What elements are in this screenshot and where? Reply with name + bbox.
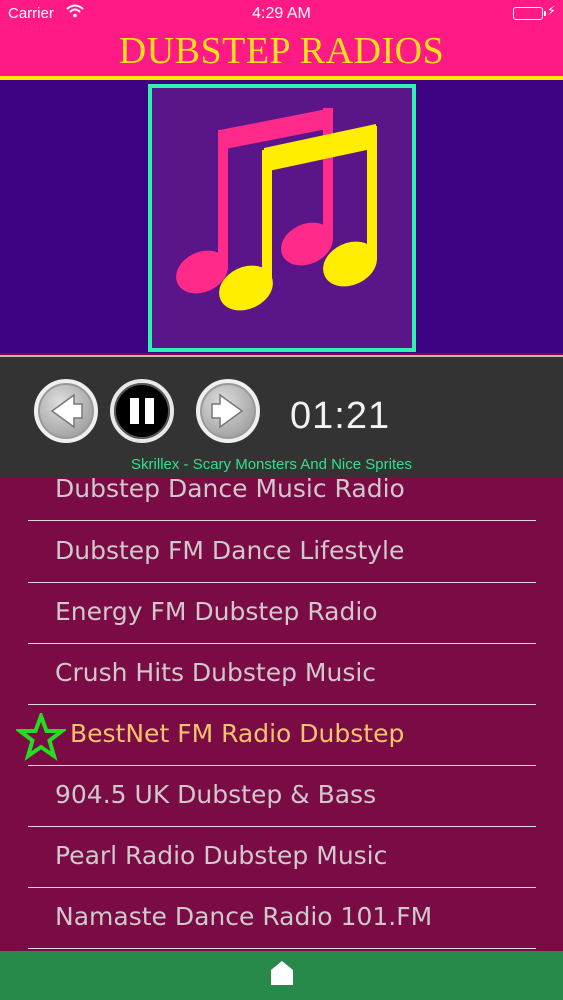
station-name: 904.5 UK Dubstep & Bass: [55, 780, 377, 809]
home-icon: [271, 961, 293, 985]
home-button[interactable]: [269, 959, 295, 987]
station-list[interactable]: Dubstep Dance Music Radio Dubstep FM Dan…: [0, 478, 563, 951]
pause-button[interactable]: [110, 379, 174, 443]
elapsed-time: 01:21: [290, 395, 391, 437]
station-row[interactable]: Namaste Dance Radio 101.FM: [28, 888, 536, 949]
header-bar: Carrier 4:29 AM ⚡︎ DUBSTEP RADIOS: [0, 0, 563, 76]
status-bar: Carrier 4:29 AM ⚡︎: [0, 0, 563, 28]
previous-icon: [50, 393, 83, 429]
player-controls: 01:21 Skrillex - Scary Monsters And Nice…: [0, 355, 563, 478]
previous-button[interactable]: [34, 379, 98, 443]
album-artwork: [0, 80, 563, 353]
next-button[interactable]: [196, 379, 260, 443]
bottom-bar: [0, 951, 563, 1000]
station-row[interactable]: Crush Hits Dubstep Music: [28, 644, 536, 705]
now-playing-title: Skrillex - Scary Monsters And Nice Sprit…: [131, 456, 412, 473]
station-row[interactable]: Pearl Radio Dubstep Music: [28, 827, 536, 888]
music-note-icon: [176, 108, 377, 311]
station-name: Dubstep FM Dance Lifestyle: [55, 536, 405, 565]
station-name: BestNet FM Radio Dubstep: [70, 719, 405, 748]
station-row-active[interactable]: BestNet FM Radio Dubstep: [14, 705, 536, 766]
favorite-star-icon[interactable]: [14, 710, 68, 765]
battery-icon: [513, 7, 546, 20]
page-title: DUBSTEP RADIOS: [118, 30, 445, 72]
station-row[interactable]: Dubstep Dance Music Radio: [28, 478, 536, 521]
pause-icon: [130, 398, 154, 424]
station-name: Crush Hits Dubstep Music: [55, 658, 377, 687]
station-row[interactable]: Dubstep FM Dance Lifestyle: [28, 522, 536, 583]
station-row[interactable]: Energy FM Dubstep Radio: [28, 583, 536, 644]
status-time: 4:29 AM: [252, 5, 311, 22]
station-name: Energy FM Dubstep Radio: [55, 597, 378, 626]
next-icon: [211, 393, 244, 429]
station-row[interactable]: 904.5 UK Dubstep & Bass: [28, 766, 536, 827]
station-name: Dubstep Dance Music Radio: [55, 478, 405, 503]
charging-icon: ⚡︎: [546, 3, 556, 18]
station-name: Pearl Radio Dubstep Music: [55, 841, 388, 870]
artwork-frame: [148, 84, 416, 352]
station-name: Namaste Dance Radio 101.FM: [55, 902, 433, 931]
